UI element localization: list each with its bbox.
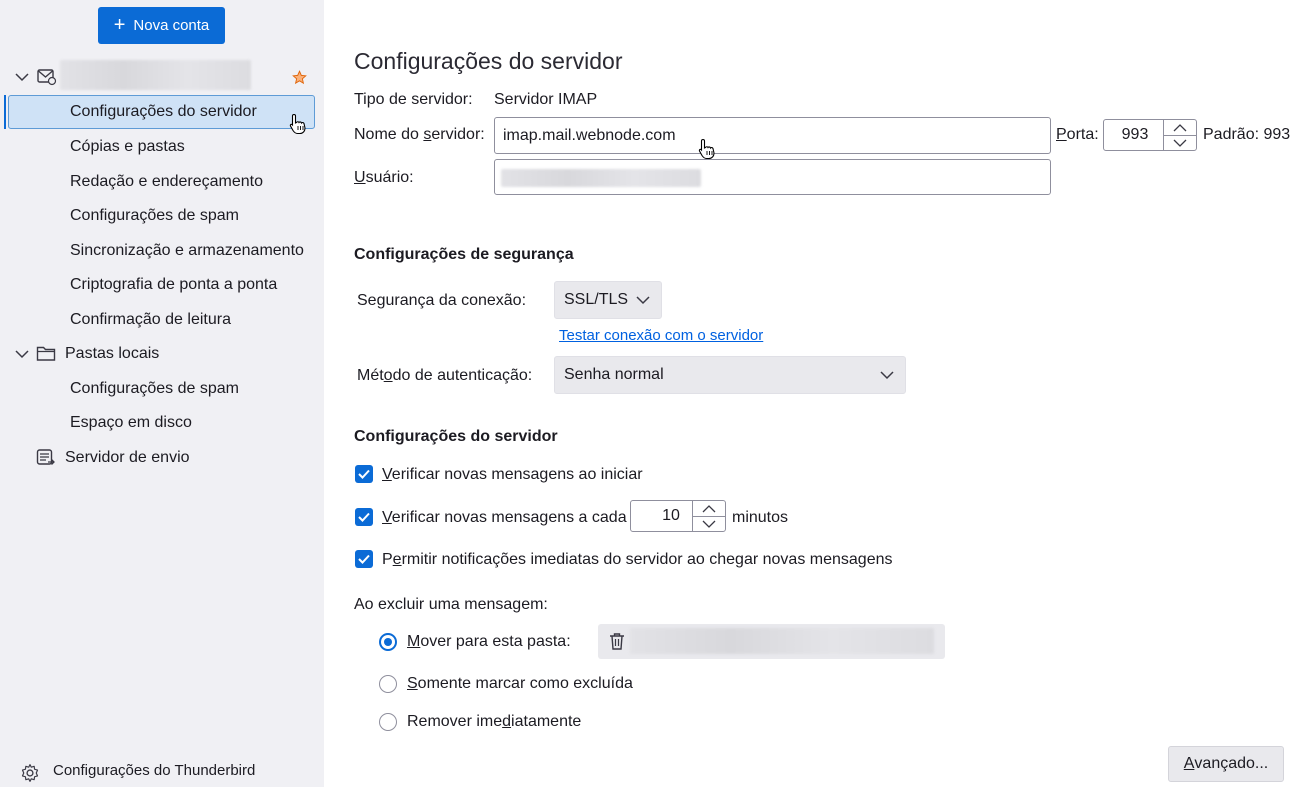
selection-indicator	[4, 95, 6, 129]
sidebar-item-composition[interactable]: Redação e endereçamento	[70, 167, 263, 197]
username-input[interactable]	[494, 159, 1051, 195]
connection-security-label: Segurança da conexão:	[357, 292, 527, 309]
move-to-folder-label[interactable]: Mover para esta pasta:	[407, 633, 571, 651]
chevron-up-icon	[1173, 123, 1187, 131]
check-every-label[interactable]: Verificar novas mensagens a cada	[382, 509, 627, 527]
new-account-label: Nova conta	[133, 17, 210, 34]
sidebar-item-disk-space[interactable]: Espaço em disco	[70, 408, 192, 438]
chevron-down-icon	[1173, 139, 1187, 147]
thunderbird-settings-link[interactable]: Configurações do Thunderbird	[53, 762, 255, 779]
page-title: Configurações do servidor	[354, 48, 623, 74]
checkmark-icon	[358, 512, 370, 522]
folder-icon	[36, 346, 56, 361]
sidebar-item-e2e-encryption[interactable]: Criptografia de ponta a ponta	[70, 270, 277, 300]
server-type-label: Tipo de servidor:	[354, 91, 473, 108]
trash-folder-picker[interactable]	[598, 624, 945, 659]
port-default-label: Padrão: 993	[1203, 126, 1291, 143]
port-label: Porta:	[1056, 126, 1099, 143]
chevron-down-icon	[702, 520, 716, 528]
port-stepper[interactable]: 993	[1103, 119, 1197, 151]
account-name-redacted[interactable]	[60, 60, 251, 90]
minutes-label: minutos	[732, 509, 789, 526]
port-value: 993	[1121, 126, 1149, 143]
folder-name-redacted	[630, 628, 934, 654]
star-icon	[292, 70, 307, 85]
on-delete-label: Ao excluir uma mensagem:	[354, 596, 548, 613]
server-name-input[interactable]: imap.mail.webnode.com	[494, 117, 1051, 154]
interval-increment-button[interactable]	[693, 501, 725, 517]
sidebar-item-sync-storage[interactable]: Sincronização e armazenamento	[70, 236, 304, 266]
chevron-down-icon	[880, 371, 894, 380]
port-decrement-button[interactable]	[1164, 135, 1196, 150]
chevron-down-icon	[636, 296, 650, 305]
server-name-label: Nome do servidor:	[354, 126, 485, 143]
check-interval-stepper[interactable]: 10	[630, 500, 726, 532]
hand-cursor-icon	[289, 113, 306, 135]
sidebar-item-outgoing-server[interactable]: Servidor de envio	[65, 443, 190, 473]
username-label: Usuário:	[354, 169, 414, 186]
chevron-down-icon[interactable]	[14, 346, 30, 362]
new-account-button[interactable]: + Nova conta	[98, 7, 225, 44]
check-every-checkbox[interactable]	[355, 508, 373, 526]
sidebar-item-junk-settings[interactable]: Configurações de spam	[70, 201, 239, 231]
sidebar-item-copies-folders[interactable]: Cópias e pastas	[70, 132, 185, 162]
mail-account-icon	[37, 69, 57, 86]
sidebar-item-local-folders[interactable]: Pastas locais	[65, 339, 159, 369]
outgoing-server-icon	[36, 449, 55, 465]
gear-icon[interactable]	[20, 763, 40, 783]
move-to-folder-radio[interactable]	[379, 633, 397, 651]
check-at-startup-checkbox[interactable]	[355, 465, 373, 483]
mark-deleted-radio[interactable]	[379, 675, 397, 693]
auth-method-label: Método de autenticação:	[357, 367, 533, 384]
server-settings-heading: Configurações do servidor	[354, 428, 558, 445]
advanced-button[interactable]: Avançado...	[1168, 746, 1284, 782]
username-redacted	[501, 169, 701, 187]
sidebar-item-server-settings[interactable]: Configurações do servidor	[70, 97, 257, 127]
mark-deleted-label[interactable]: Somente marcar como excluída	[407, 675, 633, 693]
connection-security-select[interactable]: SSL/TLS	[554, 281, 662, 319]
remove-immediately-radio[interactable]	[379, 713, 397, 731]
test-connection-link[interactable]: Testar conexão com o servidor	[559, 327, 763, 344]
remove-immediately-label[interactable]: Remover imediatamente	[407, 713, 581, 731]
server-type-value: Servidor IMAP	[494, 91, 598, 108]
push-notifications-label[interactable]: Permitir notificações imediatas do servi…	[382, 551, 892, 569]
hand-cursor-icon	[698, 138, 715, 160]
plus-icon: +	[113, 13, 126, 36]
sidebar-item-return-receipts[interactable]: Confirmação de leitura	[70, 305, 231, 335]
auth-method-select[interactable]: Senha normal	[554, 356, 906, 394]
chevron-down-icon[interactable]	[14, 69, 30, 85]
checkmark-icon	[358, 469, 370, 479]
trash-icon	[610, 633, 624, 650]
push-notifications-checkbox[interactable]	[355, 550, 373, 568]
chevron-up-icon	[702, 504, 716, 512]
sidebar-item-local-junk-settings[interactable]: Configurações de spam	[70, 374, 239, 404]
security-heading: Configurações de segurança	[354, 246, 574, 263]
checkmark-icon	[358, 554, 370, 564]
port-increment-button[interactable]	[1164, 120, 1196, 136]
account-settings-sidebar: + Nova conta Configurações do servidor C…	[0, 0, 324, 787]
interval-decrement-button[interactable]	[693, 516, 725, 531]
check-at-startup-label[interactable]: Verificar novas mensagens ao iniciar	[382, 466, 643, 484]
